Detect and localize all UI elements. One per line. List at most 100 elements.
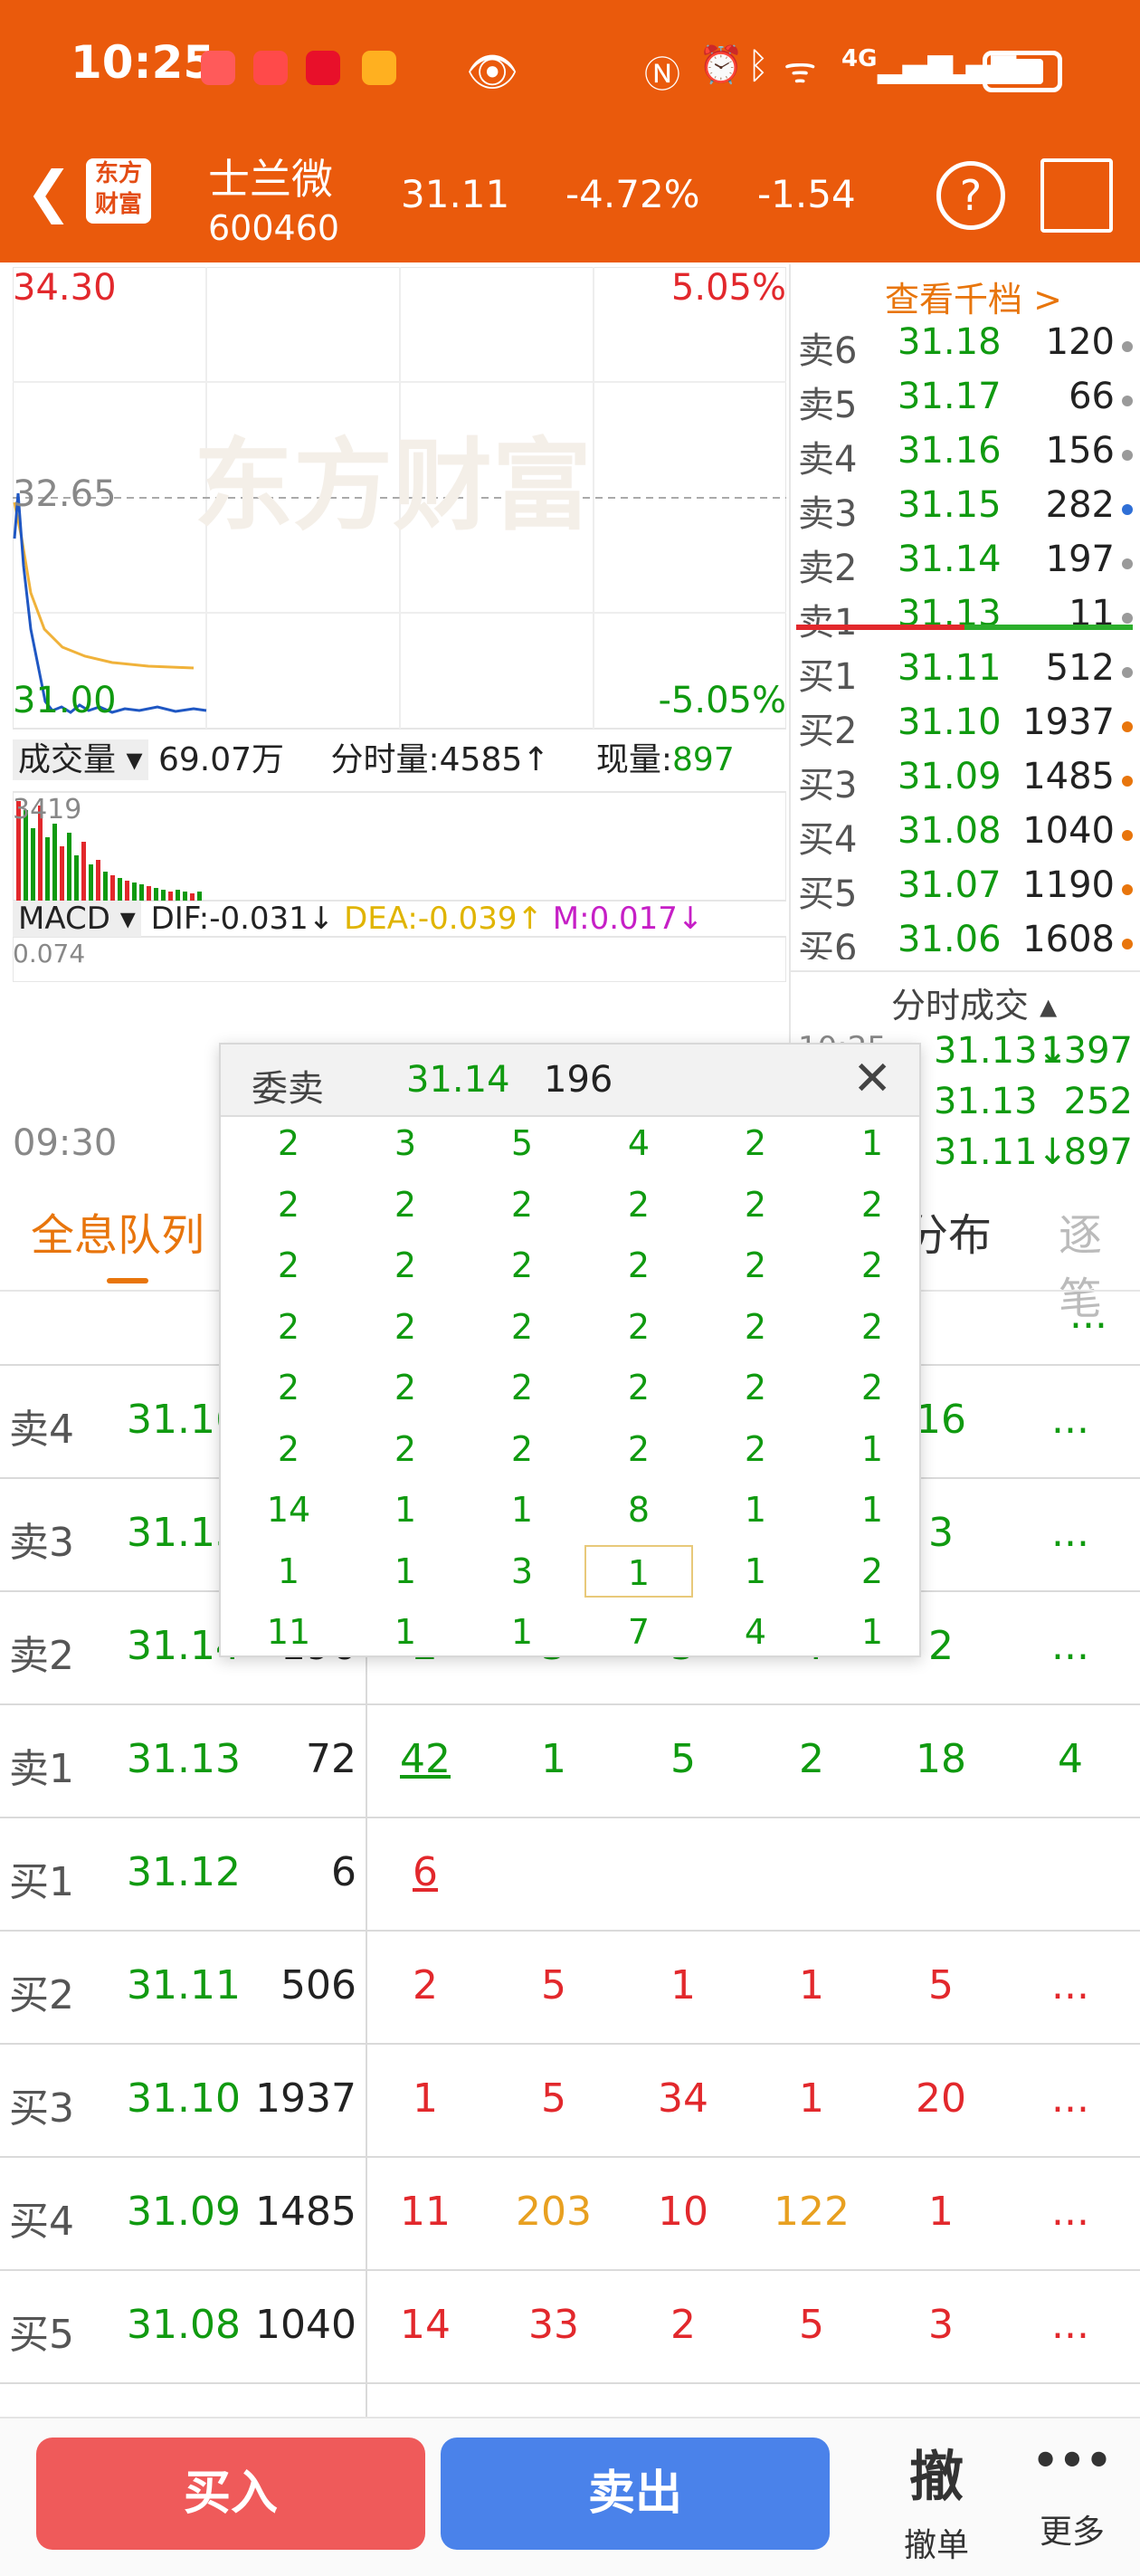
queue-order-cell[interactable]: 11 — [375, 2189, 475, 2235]
popup-order-cell[interactable]: 1 — [818, 1117, 926, 1169]
queue-order-cell[interactable]: ... — [1021, 2075, 1120, 2122]
queue-order-cell[interactable]: 3 — [891, 2302, 991, 2348]
queue-order-cell[interactable]: 2 — [375, 1962, 475, 2008]
popup-order-cell[interactable]: 2 — [234, 1423, 343, 1475]
popup-order-cell[interactable]: 2 — [701, 1239, 810, 1292]
popup-order-cell[interactable]: 1 — [818, 1484, 926, 1536]
cancel-order-button[interactable]: 撤 撤单 — [896, 2433, 977, 2566]
queue-order-cell[interactable]: 5 — [633, 1736, 733, 1782]
popup-order-cell[interactable]: 2 — [818, 1239, 926, 1292]
queue-order-cell[interactable]: 1 — [633, 1962, 733, 2008]
queue-order-cell[interactable]: 6 — [375, 1849, 475, 1895]
popup-order-cell[interactable]: 2 — [351, 1301, 460, 1353]
popup-order-cell[interactable]: 2 — [701, 1301, 810, 1353]
queue-order-cell[interactable]: 18 — [891, 1736, 991, 1782]
popup-order-cell[interactable]: 2 — [234, 1117, 343, 1169]
popup-order-cell[interactable]: 1 — [468, 1606, 576, 1658]
popup-order-cell[interactable]: 2 — [818, 1545, 926, 1598]
tab-full-queue[interactable]: 全息队列 — [31, 1199, 204, 1263]
queue-row[interactable]: 买1 31.12 6 6 — [0, 1817, 1140, 1932]
popup-order-cell[interactable]: 11 — [234, 1606, 343, 1658]
popup-order-cell[interactable]: 2 — [818, 1178, 926, 1231]
queue-order-cell[interactable]: 5 — [762, 2302, 861, 2348]
queue-order-cell[interactable]: 5 — [504, 1962, 603, 2008]
queue-row[interactable]: 买2 31.11 506 2 5 1 1 5... — [0, 1930, 1140, 2045]
queue-order-cell[interactable]: 5 — [891, 1962, 991, 2008]
ticks-title[interactable]: 分时成交 ▴ — [891, 978, 1057, 1027]
queue-order-cell[interactable]: ... — [1021, 2189, 1120, 2235]
queue-order-cell[interactable]: ... — [1021, 2302, 1120, 2348]
popup-order-cell[interactable]: 2 — [701, 1117, 810, 1169]
queue-order-cell[interactable]: 203 — [504, 2189, 603, 2235]
popup-order-cell[interactable]: 2 — [234, 1301, 343, 1353]
queue-order-cell[interactable]: ... — [1021, 1623, 1120, 1669]
queue-order-cell[interactable]: 34 — [633, 2075, 733, 2122]
queue-order-cell[interactable]: 4 — [1021, 1736, 1120, 1782]
popup-order-cell[interactable]: 2 — [584, 1423, 693, 1475]
more-button[interactable]: ••• 更多 — [1022, 2433, 1122, 2552]
popup-order-cell[interactable]: 4 — [701, 1606, 810, 1658]
popup-order-cell[interactable]: 2 — [468, 1301, 576, 1353]
popup-order-cell[interactable]: 2 — [584, 1301, 693, 1353]
buy-button[interactable]: 买入 — [36, 2438, 425, 2550]
popup-order-cell[interactable]: 3 — [468, 1545, 576, 1598]
popup-order-cell[interactable]: 3 — [351, 1117, 460, 1169]
queue-row[interactable]: 买5 31.08 1040 14 33 2 5 3... — [0, 2269, 1140, 2384]
popup-order-cell[interactable]: 2 — [701, 1423, 810, 1475]
popup-order-cell[interactable]: 1 — [818, 1423, 926, 1475]
popup-order-cell[interactable]: 2 — [584, 1178, 693, 1231]
popup-order-cell[interactable]: 1 — [818, 1606, 926, 1658]
queue-order-cell[interactable]: ... — [1021, 1510, 1120, 1556]
queue-row[interactable]: 买3 31.10 1937 1 5 34 1 20... — [0, 2043, 1140, 2158]
popup-order-cell[interactable]: 5 — [468, 1117, 576, 1169]
popup-order-cell[interactable]: 2 — [351, 1423, 460, 1475]
queue-order-cell[interactable]: 1 — [762, 2075, 861, 2122]
popup-order-cell[interactable]: 2 — [468, 1423, 576, 1475]
queue-order-cell[interactable]: 33 — [504, 2302, 603, 2348]
queue-order-cell[interactable]: 1 — [504, 1736, 603, 1782]
popup-order-cell[interactable]: 2 — [701, 1178, 810, 1231]
bid-row[interactable]: 买1 31.11 512 — [798, 647, 1133, 698]
bid-row[interactable]: 买4 31.08 1040 — [798, 810, 1133, 861]
popup-order-cell[interactable]: 2 — [234, 1361, 343, 1414]
queue-order-cell[interactable]: 42 — [375, 1736, 475, 1782]
popup-order-cell[interactable]: 2 — [234, 1239, 343, 1292]
queue-order-cell[interactable]: 122 — [762, 2189, 861, 2235]
popup-order-cell[interactable]: 2 — [351, 1239, 460, 1292]
queue-order-cell[interactable]: 1 — [375, 2075, 475, 2122]
popup-order-cell[interactable]: 1 — [351, 1545, 460, 1598]
popup-order-cell[interactable]: 2 — [584, 1361, 693, 1414]
queue-order-cell[interactable]: ... — [1021, 1397, 1120, 1443]
popup-order-cell[interactable]: 2 — [468, 1178, 576, 1231]
popup-order-cell[interactable]: 1 — [234, 1545, 343, 1598]
bid-row[interactable]: 买3 31.09 1485 — [798, 756, 1133, 806]
queue-order-cell[interactable]: 20 — [891, 2075, 991, 2122]
popup-order-cell[interactable]: 14 — [234, 1484, 343, 1536]
queue-order-cell[interactable]: 14 — [375, 2302, 475, 2348]
popup-order-cell[interactable]: 1 — [701, 1545, 810, 1598]
queue-order-cell[interactable]: 10 — [633, 2189, 733, 2235]
bid-row[interactable]: 买5 31.07 1190 — [798, 864, 1133, 915]
queue-order-cell[interactable]: 5 — [504, 2075, 603, 2122]
popup-order-cell[interactable]: 2 — [468, 1361, 576, 1414]
popup-order-cell[interactable]: 2 — [351, 1178, 460, 1231]
popup-order-cell[interactable]: 2 — [584, 1239, 693, 1292]
bid-row[interactable]: 买2 31.10 1937 — [798, 701, 1133, 752]
close-icon[interactable]: ✕ — [852, 1052, 892, 1106]
popup-order-cell[interactable]: 1 — [701, 1484, 810, 1536]
popup-order-cell[interactable]: 8 — [584, 1484, 693, 1536]
sell-button[interactable]: 卖出 — [441, 2438, 830, 2550]
queue-order-cell[interactable]: 1 — [762, 1962, 861, 2008]
popup-order-cell[interactable]: 2 — [468, 1239, 576, 1292]
popup-order-cell[interactable]: 1 — [351, 1484, 460, 1536]
popup-order-cell[interactable]: 2 — [818, 1361, 926, 1414]
queue-row[interactable]: 买4 31.09 1485 11 203 10 122 1... — [0, 2156, 1140, 2271]
queue-order-cell[interactable]: 1 — [891, 2189, 991, 2235]
popup-order-cell[interactable]: 7 — [584, 1606, 693, 1658]
popup-order-cell[interactable]: 2 — [701, 1361, 810, 1414]
popup-order-cell[interactable]: 2 — [818, 1301, 926, 1353]
popup-order-cell[interactable]: 1 — [351, 1606, 460, 1658]
queue-order-cell[interactable]: 2 — [762, 1736, 861, 1782]
bid-row[interactable]: 买6 31.06 1608 — [798, 919, 1133, 959]
popup-order-cell[interactable]: 2 — [234, 1178, 343, 1231]
